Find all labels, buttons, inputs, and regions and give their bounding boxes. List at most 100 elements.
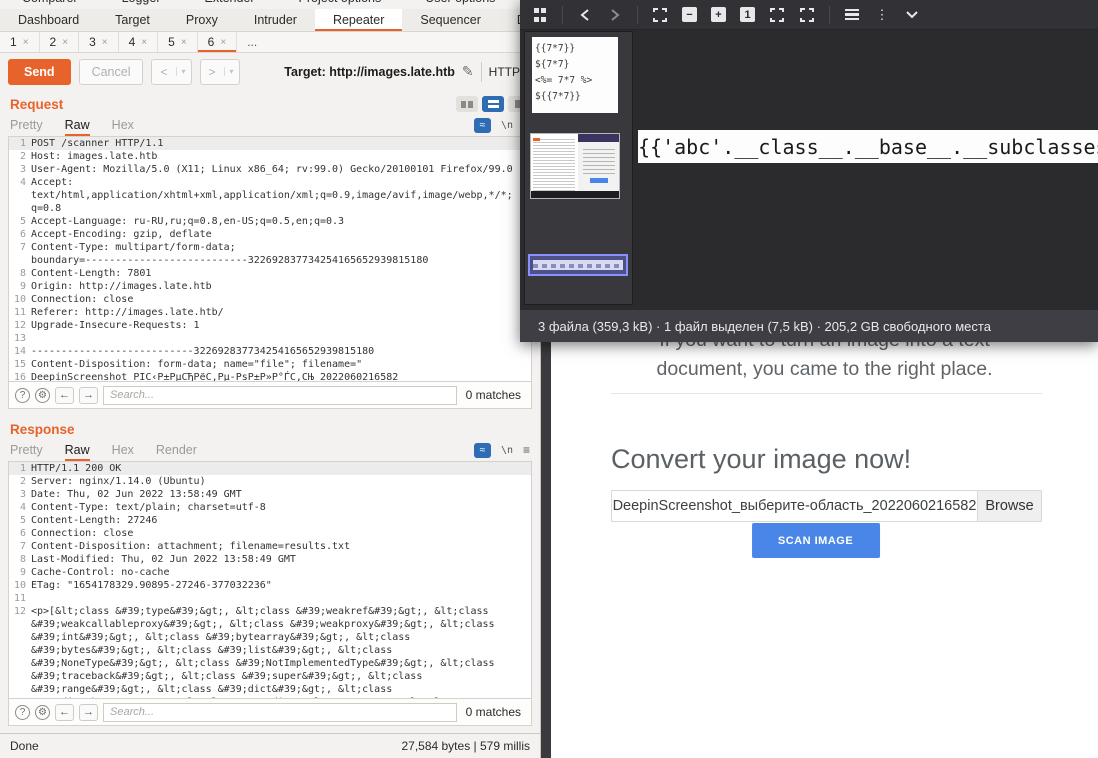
gear-icon[interactable]: ⚙ xyxy=(35,388,50,403)
tab-hex[interactable]: Hex xyxy=(112,439,134,461)
repeater-tab-2[interactable]: 2× xyxy=(40,32,80,52)
search-next-icon[interactable]: → xyxy=(79,387,98,404)
burp-main-tabs: Dashboard Target Proxy Intruder Repeater… xyxy=(0,9,540,32)
more-tabs-button[interactable]: ... xyxy=(237,32,267,52)
zoom-100-icon[interactable]: 1 xyxy=(740,7,755,22)
response-view-tabs: Pretty Raw Hex Render ≈ \n ≡ xyxy=(0,439,540,461)
close-icon[interactable]: × xyxy=(23,37,29,48)
line-number: 10 xyxy=(9,293,31,306)
chevron-down-icon[interactable] xyxy=(904,7,920,23)
send-button[interactable]: Send xyxy=(8,59,71,85)
repeater-tab-3[interactable]: 3× xyxy=(79,32,119,52)
next-request-button[interactable]: > ▾ xyxy=(200,59,240,85)
list-view-icon[interactable] xyxy=(844,7,860,23)
response-search-input[interactable] xyxy=(103,703,457,722)
tab-hex[interactable]: Hex xyxy=(112,114,134,136)
next-image-icon[interactable] xyxy=(607,7,623,23)
code-line: 7Content-Type: multipart/form-data; boun… xyxy=(9,241,531,267)
close-icon[interactable]: × xyxy=(181,37,187,48)
soft-wrap-icon[interactable]: ≈ xyxy=(474,118,491,133)
edit-pencil-icon[interactable]: ✎ xyxy=(462,63,474,80)
chevron-down-icon[interactable]: ▾ xyxy=(224,67,239,76)
tab-user-options[interactable]: User options xyxy=(403,0,517,8)
code-line: 5Content-Length: 27246 xyxy=(9,514,531,527)
tab-dashboard[interactable]: Dashboard xyxy=(0,9,97,31)
show-newlines-icon[interactable]: \n xyxy=(501,120,513,131)
response-match-count: 0 matches xyxy=(462,705,525,719)
tab-comparer[interactable]: Comparer xyxy=(0,0,100,8)
zoom-in-icon[interactable]: + xyxy=(711,7,726,22)
thumbnail-selected-strip[interactable] xyxy=(528,254,628,276)
line-number: 8 xyxy=(9,553,31,566)
search-next-icon[interactable]: → xyxy=(79,704,98,721)
line-text: Accept: text/html,application/xhtml+xml,… xyxy=(31,176,531,215)
response-title: Response xyxy=(10,422,75,437)
tab-repeater[interactable]: Repeater xyxy=(315,9,402,31)
thumbnail-panel: {{7*7}} ${7*7} <%= 7*7 %> ${{7*7}} xyxy=(524,31,633,305)
fit-window-icon[interactable] xyxy=(652,7,668,23)
tab-raw[interactable]: Raw xyxy=(65,114,90,136)
tab-intruder[interactable]: Intruder xyxy=(236,9,315,31)
original-size-icon[interactable] xyxy=(799,7,815,23)
close-icon[interactable]: × xyxy=(62,37,68,48)
tab-render[interactable]: Render xyxy=(156,439,197,461)
search-prev-icon[interactable]: ← xyxy=(55,387,74,404)
tab-project-options[interactable]: Project options xyxy=(277,0,404,8)
request-search-input[interactable] xyxy=(103,386,457,405)
response-editor[interactable]: 1HTTP/1.1 200 OK2Server: nginx/1.14.0 (U… xyxy=(8,461,532,699)
line-number: 9 xyxy=(9,566,31,579)
line-text: DeepinScreenshot_РІС‹Р±РµСЂРёС‚Рµ-РѕР±Р»… xyxy=(31,371,531,382)
line-number: 6 xyxy=(9,527,31,540)
tab-pretty[interactable]: Pretty xyxy=(10,114,43,136)
request-editor[interactable]: 1POST /scanner HTTP/1.12Host: images.lat… xyxy=(8,136,532,382)
request-search-bar: ? ⚙ ← → 0 matches xyxy=(8,382,532,409)
fit-width-icon[interactable] xyxy=(769,7,785,23)
tab-pretty[interactable]: Pretty xyxy=(10,439,43,461)
screenshot-text-columns xyxy=(533,137,575,192)
browse-button[interactable]: Browse xyxy=(977,491,1041,521)
repeater-tab-6[interactable]: 6× xyxy=(198,32,238,52)
tab-raw[interactable]: Raw xyxy=(65,439,90,461)
line-number: 11 xyxy=(9,592,31,605)
cancel-button[interactable]: Cancel xyxy=(79,59,144,85)
tab-target[interactable]: Target xyxy=(97,9,168,31)
file-input[interactable]: DeepinScreenshot_выберите-область_202206… xyxy=(611,490,1042,522)
soft-wrap-icon[interactable]: ≈ xyxy=(474,443,491,458)
response-search-bar: ? ⚙ ← → 0 matches xyxy=(8,699,532,726)
thumbnails-grid-icon[interactable] xyxy=(532,7,548,23)
tab-proxy[interactable]: Proxy xyxy=(168,9,236,31)
zoom-out-icon[interactable]: − xyxy=(682,7,697,22)
screenshot-browser-pane xyxy=(578,134,620,194)
search-prev-icon[interactable]: ← xyxy=(55,704,74,721)
help-icon[interactable]: ? xyxy=(15,388,30,403)
repeater-tab-4[interactable]: 4× xyxy=(119,32,159,52)
file-input-value: DeepinScreenshot_выберите-область_202206… xyxy=(612,491,977,521)
thumbnail-screenshot[interactable] xyxy=(530,133,620,199)
close-icon[interactable]: × xyxy=(102,37,108,48)
repeater-tab-1[interactable]: 1× xyxy=(0,32,40,52)
divider xyxy=(637,6,638,24)
thumbnail-ssti-payloads[interactable]: {{7*7}} ${7*7} <%= 7*7 %> ${{7*7}} xyxy=(532,37,618,113)
chevron-down-icon[interactable]: ▾ xyxy=(176,67,191,76)
editor-menu-icon[interactable]: ≡ xyxy=(523,443,530,457)
tab-sequencer[interactable]: Sequencer xyxy=(402,9,498,31)
rows-layout-icon[interactable] xyxy=(482,96,504,112)
line-text: User-Agent: Mozilla/5.0 (X11; Linux x86_… xyxy=(31,163,531,176)
close-icon[interactable]: × xyxy=(141,37,147,48)
gear-icon[interactable]: ⚙ xyxy=(35,705,50,720)
help-icon[interactable]: ? xyxy=(15,705,30,720)
line-number: 5 xyxy=(9,514,31,527)
more-options-icon[interactable]: ⋮ xyxy=(874,7,890,23)
columns-layout-icon[interactable] xyxy=(456,96,478,112)
close-icon[interactable]: × xyxy=(220,37,226,48)
burp-status-bar: Done 27,584 bytes | 579 millis xyxy=(0,733,540,758)
show-newlines-icon[interactable]: \n xyxy=(501,445,513,456)
main-image-preview[interactable]: {{'abc'.__class__.__base__.__subclasses_… xyxy=(638,130,1098,163)
scan-image-button[interactable]: SCAN IMAGE xyxy=(752,523,880,558)
line-text: HTTP/1.1 200 OK xyxy=(31,462,531,475)
repeater-tab-5[interactable]: 5× xyxy=(158,32,198,52)
previous-image-icon[interactable] xyxy=(577,7,593,23)
tab-logger[interactable]: Logger xyxy=(100,0,183,8)
tab-extender[interactable]: Extender xyxy=(183,0,277,8)
prev-request-button[interactable]: < ▾ xyxy=(151,59,191,85)
